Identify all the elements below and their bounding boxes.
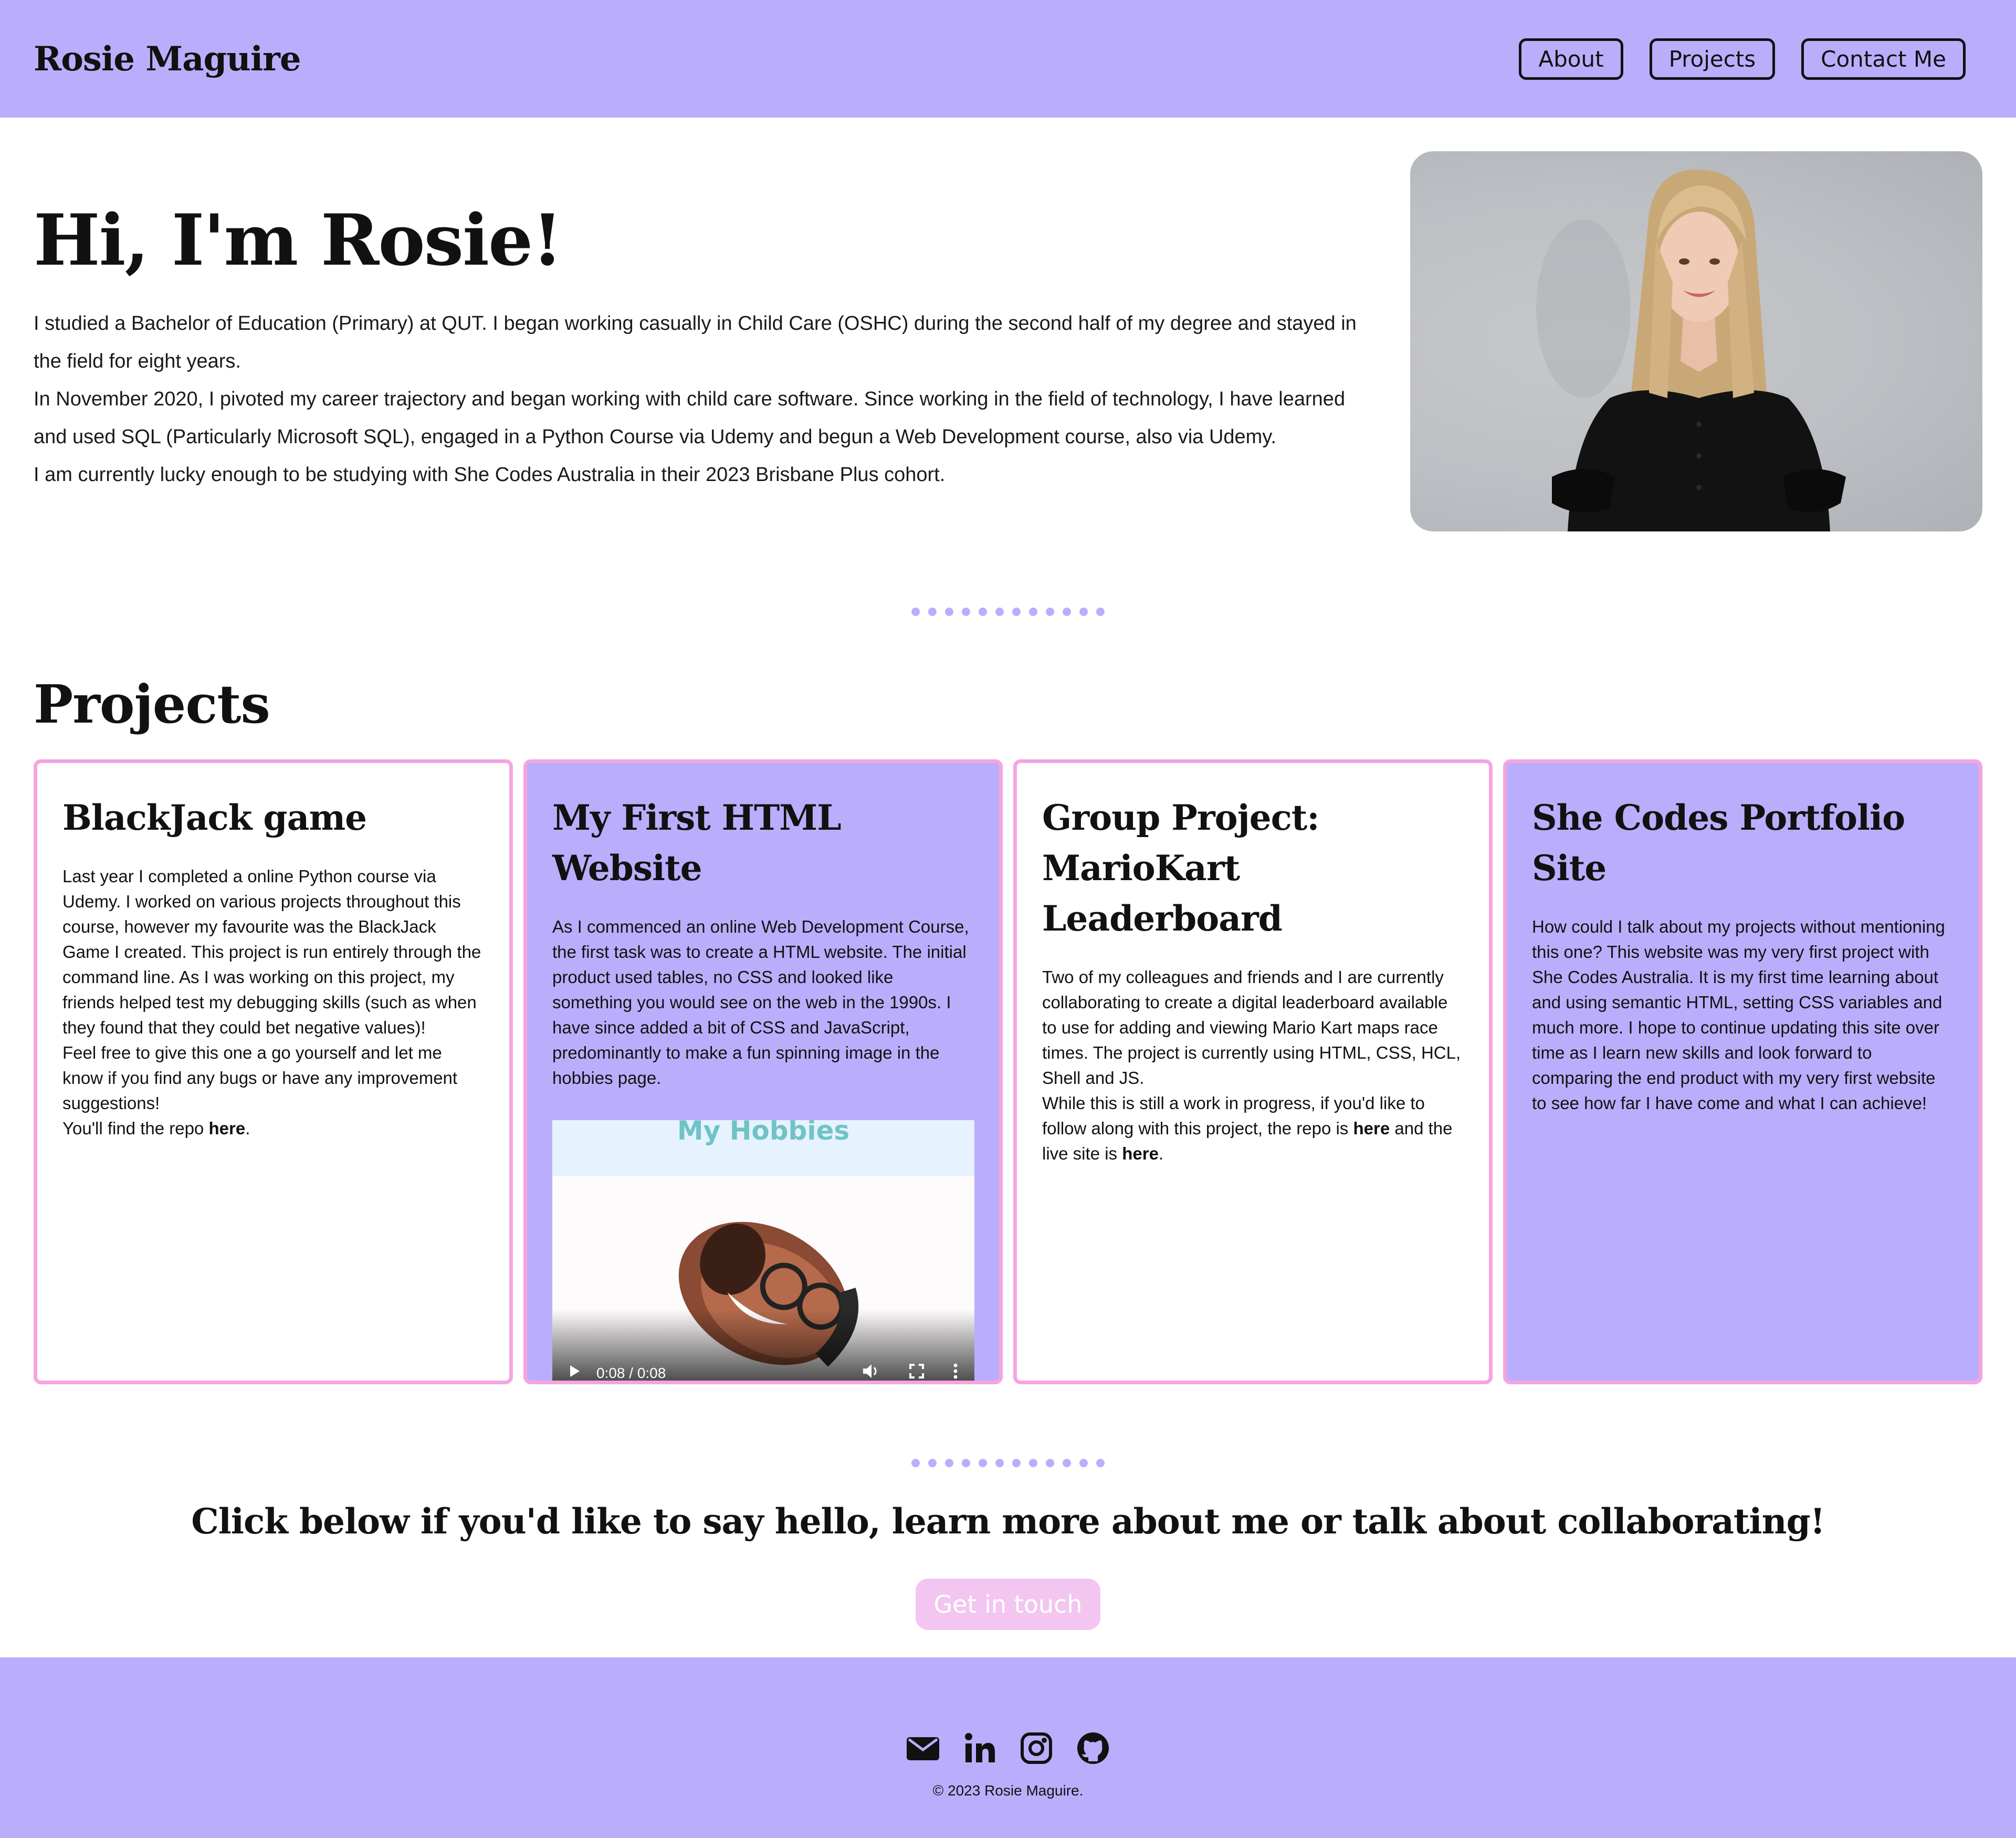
nav-contact-button[interactable]: Contact Me bbox=[1801, 38, 1966, 80]
nav-about-button[interactable]: About bbox=[1519, 38, 1623, 80]
repo-link[interactable]: here bbox=[208, 1119, 245, 1138]
linkedin-icon[interactable] bbox=[962, 1731, 997, 1766]
repo-punctuation: . bbox=[245, 1119, 250, 1138]
about-paragraph: I studied a Bachelor of Education (Prima… bbox=[34, 312, 1357, 372]
project-title: BlackJack game bbox=[62, 797, 367, 838]
nav-projects-button[interactable]: Projects bbox=[1649, 38, 1776, 80]
project-card-blackjack: BlackJack game Last year I completed a o… bbox=[34, 759, 513, 1384]
profile-photo bbox=[1410, 151, 1982, 531]
github-icon[interactable] bbox=[1076, 1731, 1110, 1766]
social-links bbox=[0, 1731, 2016, 1766]
copyright-text: © 2023 Rosie Maguire. bbox=[932, 1782, 1084, 1799]
project-description: How could I talk about my projects witho… bbox=[1532, 914, 1954, 1116]
volume-icon[interactable] bbox=[862, 1363, 880, 1381]
about-paragraph: In November 2020, I pivoted my career tr… bbox=[34, 388, 1346, 448]
play-icon[interactable] bbox=[569, 1364, 581, 1381]
site-footer: © 2023 Rosie Maguire. bbox=[0, 1657, 2016, 1838]
about-section: Hi, I'm Rosie! I studied a Bachelor of E… bbox=[34, 151, 1987, 531]
main-nav: About Projects Contact Me bbox=[1519, 38, 1966, 80]
dot-divider bbox=[0, 1459, 2016, 1467]
project-card-mariokart: Group Project: MarioKart Leaderboard Two… bbox=[1013, 759, 1493, 1384]
project-description: Two of my colleagues and friends and I a… bbox=[1042, 965, 1464, 1166]
contact-prompt: Click below if you'd like to say hello, … bbox=[191, 1501, 1825, 1542]
project-paragraph: Feel free to give this one a go yourself… bbox=[62, 1043, 458, 1113]
project-title: She Codes Portfolio Site bbox=[1532, 797, 1905, 889]
get-in-touch-button[interactable]: Get in touch bbox=[916, 1579, 1100, 1630]
project-paragraph: Two of my colleagues and friends and I a… bbox=[1042, 967, 1461, 1088]
profile-photo-illustration bbox=[1536, 169, 1846, 531]
project-title: Group Project: MarioKart Leaderboard bbox=[1042, 797, 1320, 939]
project-title: My First HTML Website bbox=[552, 797, 842, 889]
project-description: As I commenced an online Web Development… bbox=[552, 914, 974, 1091]
video-controls: 0:08 / 0:08 bbox=[569, 1363, 958, 1381]
project-repo-line: While this is still a work in progress, … bbox=[1042, 1091, 1464, 1166]
live-site-link[interactable]: here bbox=[1122, 1144, 1159, 1163]
project-card-portfolio: She Codes Portfolio Site How could I tal… bbox=[1503, 759, 1982, 1384]
repo-text: You'll find the repo bbox=[62, 1119, 209, 1138]
repo-punctuation: . bbox=[1158, 1144, 1164, 1163]
envelope-icon[interactable] bbox=[906, 1731, 940, 1766]
project-card-html-website: My First HTML Website As I commenced an … bbox=[523, 759, 1003, 1384]
project-paragraph: How could I talk about my projects witho… bbox=[1532, 917, 1945, 1113]
about-paragraph: I am currently lucky enough to be studyi… bbox=[34, 464, 946, 486]
dot-divider bbox=[0, 608, 2016, 616]
projects-heading: Projects bbox=[34, 673, 270, 735]
about-text: I studied a Bachelor of Education (Prima… bbox=[34, 305, 1367, 494]
hero-title: Hi, I'm Rosie! bbox=[34, 199, 563, 281]
project-paragraph: As I commenced an online Web Development… bbox=[552, 917, 969, 1088]
projects-grid: BlackJack game Last year I completed a o… bbox=[34, 759, 1982, 1384]
project-paragraph: Last year I completed a online Python co… bbox=[62, 866, 481, 1037]
repo-link[interactable]: here bbox=[1353, 1119, 1390, 1138]
hobbies-video-player[interactable]: My Hobbies 0:08 / 0:08 bbox=[552, 1120, 974, 1381]
more-options-icon[interactable] bbox=[953, 1363, 958, 1381]
video-time: 0:08 / 0:08 bbox=[596, 1364, 666, 1381]
site-header: Rosie Maguire About Projects Contact Me bbox=[0, 0, 2016, 118]
site-brand[interactable]: Rosie Maguire bbox=[34, 39, 301, 79]
fullscreen-icon[interactable] bbox=[909, 1364, 924, 1381]
instagram-icon[interactable] bbox=[1019, 1731, 1054, 1766]
project-description: Last year I completed a online Python co… bbox=[62, 864, 484, 1141]
project-repo-line: You'll find the repo here. bbox=[62, 1116, 484, 1141]
